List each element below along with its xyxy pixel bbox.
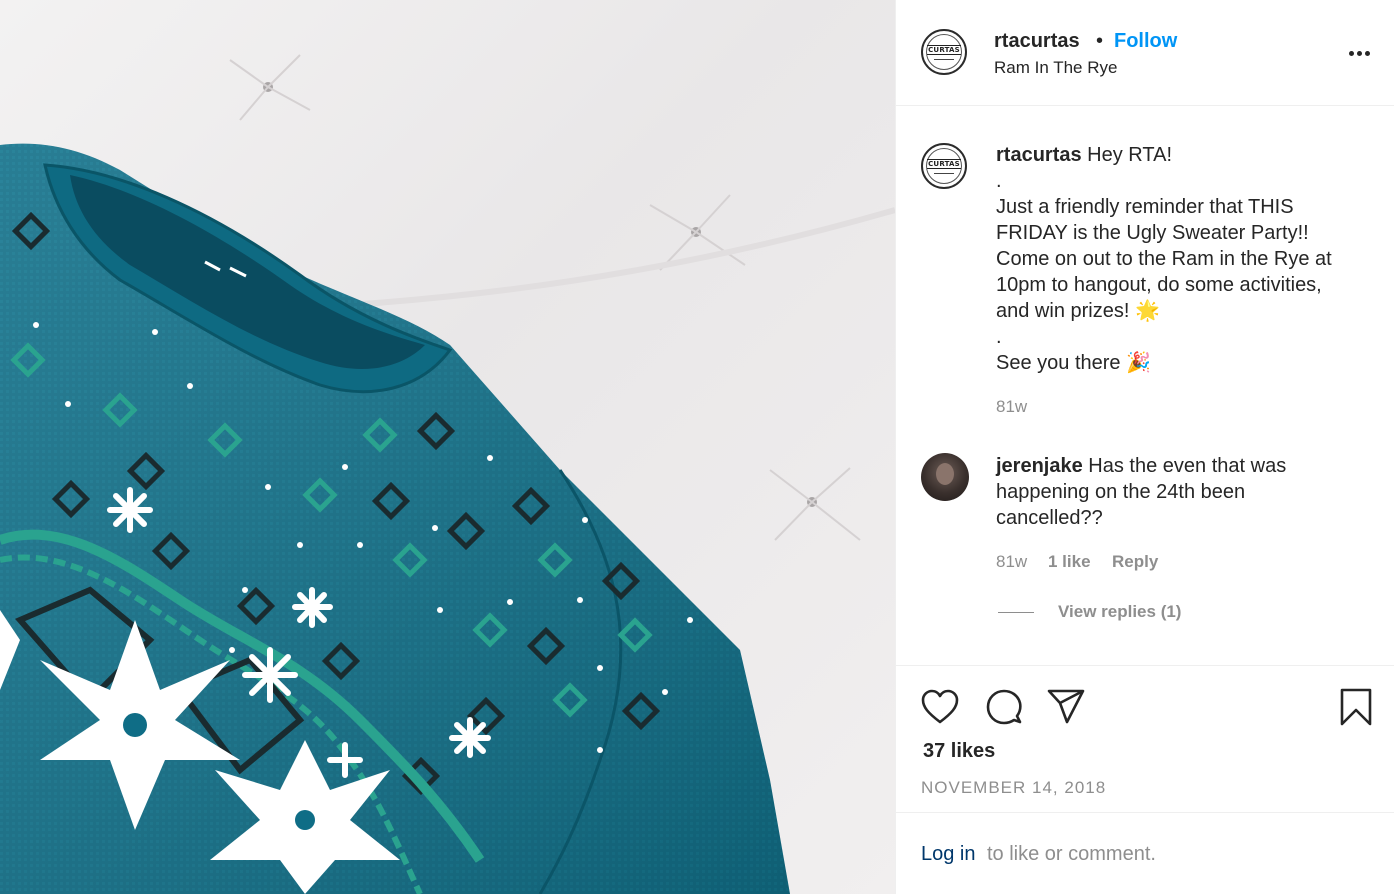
heart-icon[interactable] xyxy=(920,688,960,726)
header-separator: • xyxy=(1096,30,1104,52)
caption-line: . xyxy=(996,326,1002,348)
comment-line: jerenjake Has the even that was xyxy=(996,453,1381,479)
bookmark-icon[interactable] xyxy=(1338,687,1374,727)
more-options-icon[interactable] xyxy=(1344,40,1374,66)
caption-line: See you there 🎉 xyxy=(996,352,1151,374)
post-caption: rtacurtas Hey RTA! . Just a friendly rem… xyxy=(996,142,1381,376)
instagram-post: CURTAS rtacurtas • Follow Ram In The Rye… xyxy=(0,0,1394,894)
caption-line: rtacurtas Hey RTA! xyxy=(996,142,1381,168)
login-prompt: Log in to like or comment. xyxy=(896,812,1394,896)
logo-wordmark: CURTAS xyxy=(927,158,961,169)
caption-username[interactable]: rtacurtas xyxy=(996,144,1082,166)
caption-line: . xyxy=(996,170,1002,192)
comment-like-count[interactable]: 1 like xyxy=(1048,552,1091,572)
author-username[interactable]: rtacurtas xyxy=(994,30,1080,53)
comment-text: Has the even that was xyxy=(1088,455,1287,477)
like-count[interactable]: 37 likes xyxy=(923,740,995,763)
comment-icon[interactable] xyxy=(984,688,1024,726)
reply-button[interactable]: Reply xyxy=(1112,552,1158,572)
caption-line: Just a friendly reminder that THIS xyxy=(996,196,1294,218)
login-prompt-text: to like or comment. xyxy=(987,843,1156,865)
login-link[interactable]: Log in xyxy=(921,843,976,866)
curtas-logo: CURTAS xyxy=(926,34,962,70)
post-location[interactable]: Ram In The Rye xyxy=(994,58,1117,78)
caption-age[interactable]: 81w xyxy=(996,397,1027,417)
view-replies-button[interactable]: View replies (1) xyxy=(1058,602,1181,622)
caption-line: FRIDAY is the Ugly Sweater Party!! xyxy=(996,222,1309,244)
sweater-photo-illustration xyxy=(0,54,895,894)
logo-heartbeat-line xyxy=(934,56,954,60)
post-date[interactable]: NOVEMBER 14, 2018 xyxy=(921,778,1106,798)
comment: jerenjake Has the even that was happenin… xyxy=(996,453,1381,531)
post-side-panel: CURTAS rtacurtas • Follow Ram In The Rye… xyxy=(895,0,1394,894)
logo-heartbeat-line xyxy=(934,170,954,174)
caption-line: and win prizes! 🌟 xyxy=(996,300,1160,322)
logo-wordmark: CURTAS xyxy=(927,44,961,55)
replies-divider xyxy=(998,612,1034,613)
post-photo[interactable] xyxy=(0,0,895,894)
caption-line: 10pm to hangout, do some activities, xyxy=(996,274,1322,296)
author-avatar[interactable]: CURTAS xyxy=(921,29,967,75)
comment-line: cancelled?? xyxy=(996,507,1103,529)
commenter-avatar[interactable] xyxy=(921,453,969,501)
comment-line: happening on the 24th been xyxy=(996,481,1246,503)
comment-age[interactable]: 81w xyxy=(996,552,1027,572)
commenter-face xyxy=(936,463,954,485)
caption-line: Come on out to the Ram in the Rye at xyxy=(996,248,1332,270)
commenter-username[interactable]: jerenjake xyxy=(996,455,1083,477)
follow-button[interactable]: Follow xyxy=(1114,30,1177,53)
share-icon[interactable] xyxy=(1046,688,1086,726)
curtas-logo: CURTAS xyxy=(926,148,962,184)
caption-text: Hey RTA! xyxy=(1087,144,1173,166)
post-header: CURTAS rtacurtas • Follow Ram In The Rye xyxy=(896,0,1394,106)
caption-author-avatar[interactable]: CURTAS xyxy=(921,143,967,189)
post-actions: 37 likes NOVEMBER 14, 2018 Log in to lik… xyxy=(896,665,1394,895)
